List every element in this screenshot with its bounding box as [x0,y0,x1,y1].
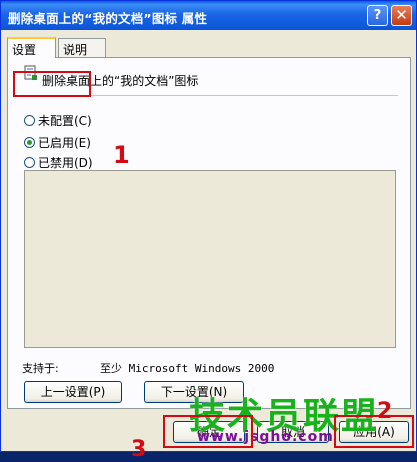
properties-dialog: 删除桌面上的“我的文档”图标 属性 ? ✕ 设置 说明 删除桌面上的“我的文档”… [0,0,417,462]
radio-button[interactable] [24,115,35,126]
tab-settings[interactable]: 设置 [7,37,56,58]
previous-setting-button[interactable]: 上一设置(P) [24,381,122,403]
radio-label: 已启用(E) [38,136,91,150]
description-area [24,170,396,348]
settings-panel: 删除桌面上的“我的文档”图标 未配置(C) 已启用(E) 已禁用(D) 支持于:… [7,57,411,409]
radio-disabled[interactable]: 已禁用(D) [24,154,93,171]
radio-enabled[interactable]: 已启用(E) [24,134,91,151]
help-icon: ? [373,8,382,23]
annotation-step-1: 1 [113,141,130,169]
window-title: 删除桌面上的“我的文档”图标 属性 [8,11,208,26]
highlight-box-enabled [13,71,91,97]
annotation-step-3: 3 [131,437,147,462]
title-bar[interactable]: 删除桌面上的“我的文档”图标 属性 ? ✕ [1,1,416,30]
tab-bar: 设置 说明 [7,37,411,58]
help-button[interactable]: ? [367,5,388,26]
radio-label: 已禁用(D) [38,156,93,170]
radio-button[interactable] [24,137,35,148]
radio-button[interactable] [24,157,35,168]
close-icon: ✕ [395,6,408,24]
annotation-step-2: 2 [377,399,393,424]
highlight-box-apply [334,415,414,448]
radio-not-configured[interactable]: 未配置(C) [24,112,92,129]
close-button[interactable]: ✕ [391,5,412,26]
tab-explain[interactable]: 说明 [58,38,106,57]
highlight-box-ok [163,415,253,448]
support-label: 支持于: [22,362,59,375]
radio-label: 未配置(C) [38,114,92,128]
support-value: 至少 Microsoft Windows 2000 [100,362,275,375]
